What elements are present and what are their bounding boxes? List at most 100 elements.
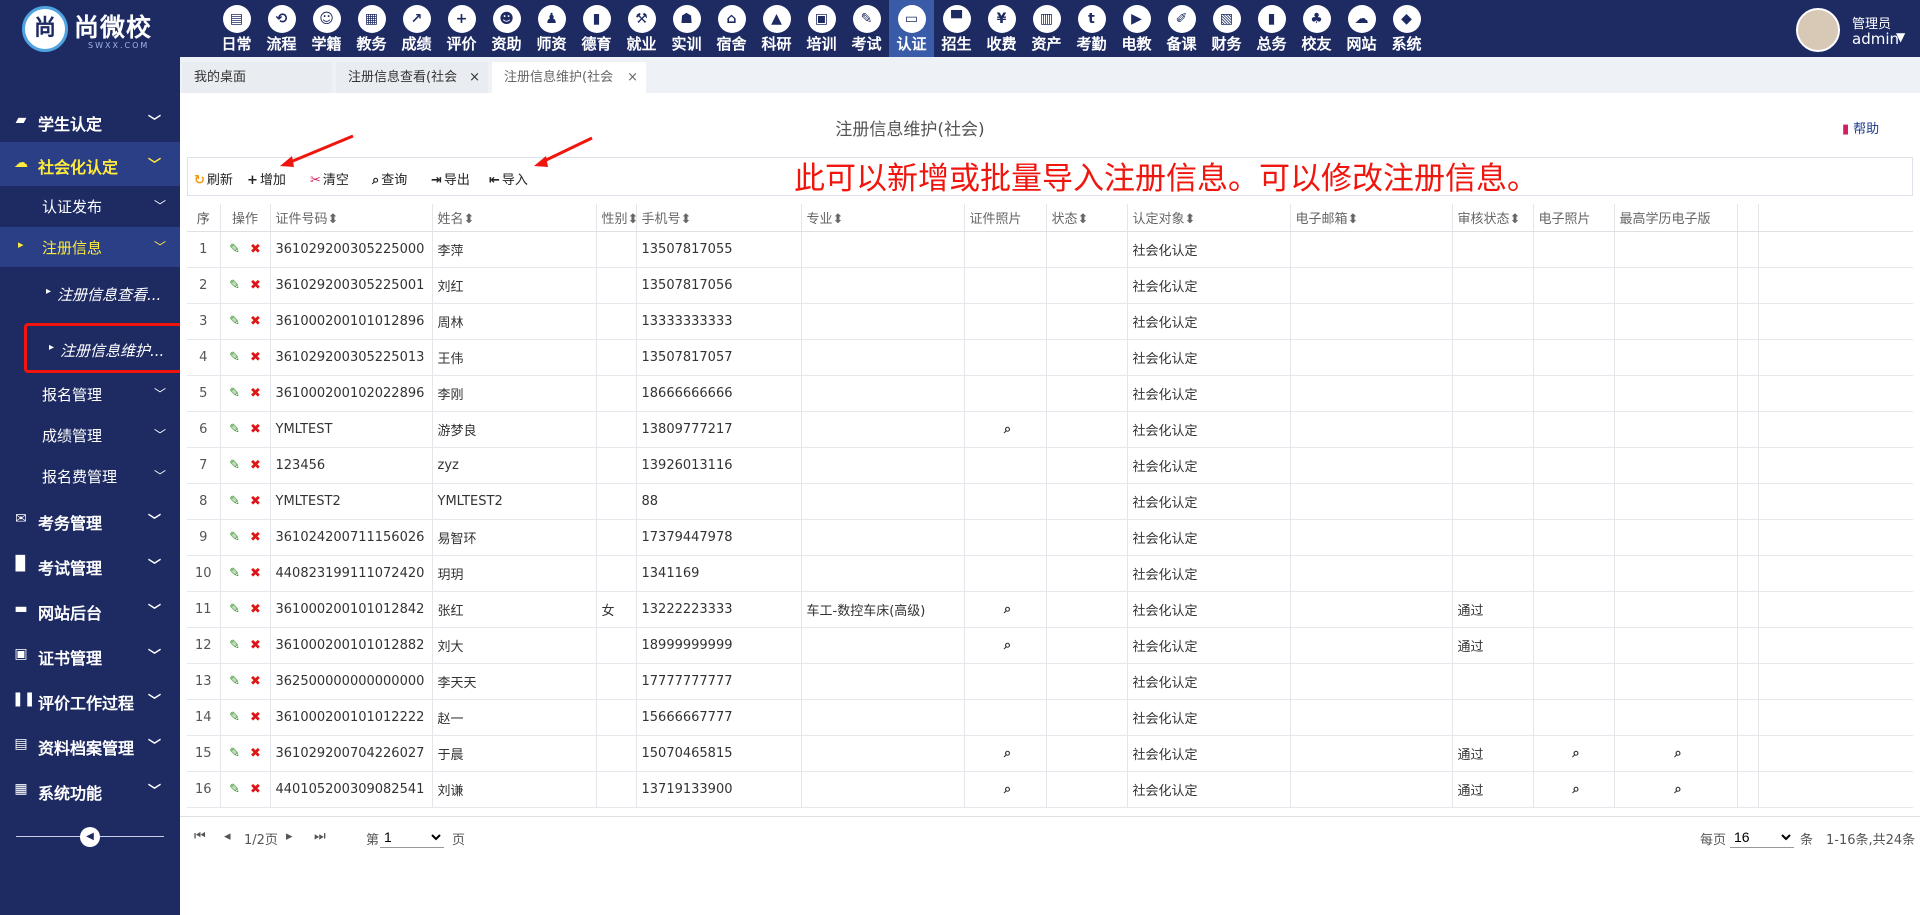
delete-icon[interactable]: ✖ <box>250 242 261 257</box>
search-icon[interactable]: ⌕ <box>1539 746 1614 761</box>
col-header-name[interactable]: 姓名⬍ <box>432 204 597 232</box>
sidebar-collapse-control[interactable]: ◀ <box>16 827 164 847</box>
sidebar-group-website[interactable]: ▬ 网站后台 ﹀ <box>0 588 180 632</box>
tab-my-desktop[interactable]: 我的桌面 <box>182 62 332 93</box>
table-row[interactable]: 3 ✎ ✖ 361000200101012896 周林 13333333333 社会化认定 <box>187 303 1913 340</box>
per-page-select[interactable]: 16 <box>1730 826 1794 848</box>
module-14[interactable]: ✎ 考试 <box>844 0 889 57</box>
avatar[interactable] <box>1796 8 1840 52</box>
col-header-gender[interactable]: 性别⬍ <box>596 204 637 232</box>
module-1[interactable]: ⟲ 流程 <box>259 0 304 57</box>
table-row[interactable]: 12 ✎ ✖ 361000200101012882 刘大 18999999999 ⌕ 社会化认… <box>187 627 1913 664</box>
sidebar-group-archive[interactable]: ▤ 资料档案管理 ﹀ <box>0 723 180 767</box>
search-icon[interactable]: ⌕ <box>970 782 1046 797</box>
edit-icon[interactable]: ✎ <box>229 350 240 365</box>
module-4[interactable]: ↗ 成绩 <box>394 0 439 57</box>
search-icon[interactable]: ⌕ <box>1539 782 1614 797</box>
edit-icon[interactable]: ✎ <box>229 386 240 401</box>
sidebar-item-cert-publish[interactable]: 认证发布 ﹀ <box>0 186 180 226</box>
edit-icon[interactable]: ✎ <box>229 314 240 329</box>
module-24[interactable]: ♣ 校友 <box>1294 0 1339 57</box>
sort-icon[interactable]: ⬍ <box>328 212 339 227</box>
module-3[interactable]: ▦ 教务 <box>349 0 394 57</box>
module-0[interactable]: ▤ 日常 <box>214 0 259 57</box>
edit-icon[interactable]: ✎ <box>229 422 240 437</box>
edit-icon[interactable]: ✎ <box>229 566 240 581</box>
table-row[interactable]: 11 ✎ ✖ 361000200101012842 张红女 13222223333 车工-数… <box>187 591 1913 628</box>
delete-icon[interactable]: ✖ <box>250 710 261 725</box>
module-11[interactable]: ⌂ 宿舍 <box>709 0 754 57</box>
module-21[interactable]: ✐ 备课 <box>1159 0 1204 57</box>
tab-register-view[interactable]: 注册信息查看(社会 × <box>336 62 488 93</box>
search-icon[interactable]: ⌕ <box>1620 746 1737 761</box>
table-row[interactable]: 7 ✎ ✖ 123456 zyz 13926013116 社会化认定 <box>187 447 1913 484</box>
last-page-icon[interactable]: ⏭ <box>314 829 326 844</box>
sidebar-item-register-maintain[interactable]: ▸ 注册信息维护... <box>24 323 190 373</box>
module-18[interactable]: ▥ 资产 <box>1024 0 1069 57</box>
delete-icon[interactable]: ✖ <box>250 674 261 689</box>
search-icon[interactable]: ⌕ <box>970 602 1046 617</box>
search-icon[interactable]: ⌕ <box>970 422 1046 437</box>
table-row[interactable]: 8 ✎ ✖ YMLTEST2 YMLTEST2 88 社会化认定 <box>187 483 1913 520</box>
col-header-email[interactable]: 电子邮箱⬍ <box>1290 204 1453 232</box>
col-header-target[interactable]: 认定对象⬍ <box>1127 204 1291 232</box>
sidebar-item-fee[interactable]: 报名费管理 ﹀ <box>0 456 180 496</box>
table-row[interactable]: 2 ✎ ✖ 361029200305225001 刘红 13507817056 社会化认定 <box>187 267 1913 304</box>
sidebar-group-social-cert[interactable]: ☁ 社会化认定 ﹀ <box>0 142 180 186</box>
module-10[interactable]: ☗ 实训 <box>664 0 709 57</box>
page-select[interactable]: 1 <box>380 826 444 848</box>
next-page-icon[interactable]: ▸ <box>286 829 293 844</box>
collapse-left-icon[interactable]: ◀ <box>80 827 100 847</box>
sidebar-group-evaluation[interactable]: ❚❚ 评价工作过程 ﹀ <box>0 678 180 722</box>
delete-icon[interactable]: ✖ <box>250 566 261 581</box>
module-25[interactable]: ☁ 网站 <box>1339 0 1384 57</box>
search-icon[interactable]: ⌕ <box>970 638 1046 653</box>
table-row[interactable]: 1 ✎ ✖ 361029200305225000 李萍 13507817055 社会化认定 <box>187 231 1913 268</box>
sidebar-group-exam[interactable]: ▉ 考试管理 ﹀ <box>0 543 180 587</box>
module-17[interactable]: ¥ 收费 <box>979 0 1024 57</box>
sidebar-group-system[interactable]: ▦ 系统功能 ﹀ <box>0 768 180 812</box>
table-row[interactable]: 14 ✎ ✖ 361000200101012222 赵一 15666667777 社会化认定 <box>187 699 1913 736</box>
logo[interactable]: 尚 尚微校 SWXX.COM <box>22 4 172 54</box>
edit-icon[interactable]: ✎ <box>229 746 240 761</box>
sidebar-item-signup[interactable]: 报名管理 ﹀ <box>0 374 180 414</box>
sort-icon[interactable]: ⬍ <box>1185 212 1196 227</box>
delete-icon[interactable]: ✖ <box>250 746 261 761</box>
edit-icon[interactable]: ✎ <box>229 530 240 545</box>
module-15[interactable]: ▭ 认证 <box>889 0 934 57</box>
table-row[interactable]: 9 ✎ ✖ 361024200711156026 易智环 17379447978 社会化认定 <box>187 519 1913 556</box>
edit-icon[interactable]: ✎ <box>229 674 240 689</box>
col-header-id[interactable]: 证件号码⬍ <box>270 204 433 232</box>
edit-icon[interactable]: ✎ <box>229 782 240 797</box>
edit-icon[interactable]: ✎ <box>229 458 240 473</box>
delete-icon[interactable]: ✖ <box>250 602 261 617</box>
module-12[interactable]: ▲ 科研 <box>754 0 799 57</box>
sidebar-item-register-view[interactable]: ▸ 注册信息查看... <box>0 270 180 320</box>
delete-icon[interactable]: ✖ <box>250 458 261 473</box>
edit-icon[interactable]: ✎ <box>229 602 240 617</box>
sidebar-item-score[interactable]: 成绩管理 ﹀ <box>0 415 180 455</box>
table-row[interactable]: 13 ✎ ✖ 362500000000000000 李天天 17777777777 社会化认… <box>187 663 1913 700</box>
delete-icon[interactable]: ✖ <box>250 494 261 509</box>
table-row[interactable]: 15 ✎ ✖ 361029200704226027 于晨 15070465815 ⌕ 社会化认… <box>187 735 1913 772</box>
chevron-down-icon[interactable]: ▼ <box>1896 30 1905 44</box>
first-page-icon[interactable]: ⏮ <box>194 829 206 844</box>
sort-icon[interactable]: ⬍ <box>628 212 635 227</box>
tab-register-maintain[interactable]: 注册信息维护(社会 × <box>492 62 646 93</box>
sort-icon[interactable]: ⬍ <box>1510 212 1521 227</box>
module-20[interactable]: ▶ 电教 <box>1114 0 1159 57</box>
edit-icon[interactable]: ✎ <box>229 242 240 257</box>
help-link[interactable]: ▮ 帮助 <box>1842 118 1879 137</box>
search-icon[interactable]: ⌕ <box>970 746 1046 761</box>
module-16[interactable]: ▀ 招生 <box>934 0 979 57</box>
module-23[interactable]: ▮ 总务 <box>1249 0 1294 57</box>
table-row[interactable]: 16 ✎ ✖ 440105200309082541 刘谦 13719133900 ⌕ 社会化认… <box>187 771 1913 808</box>
edit-icon[interactable]: ✎ <box>229 494 240 509</box>
module-7[interactable]: ♟ 师资 <box>529 0 574 57</box>
sort-icon[interactable]: ⬍ <box>464 212 475 227</box>
close-icon[interactable]: × <box>627 62 638 93</box>
col-header-major[interactable]: 专业⬍ <box>801 204 965 232</box>
delete-icon[interactable]: ✖ <box>250 638 261 653</box>
sidebar-group-exam-affairs[interactable]: ✉ 考务管理 ﹀ <box>0 498 180 542</box>
table-row[interactable]: 6 ✎ ✖ YMLTEST 游梦良 13809777217 ⌕ 社会化认定 <box>187 411 1913 448</box>
